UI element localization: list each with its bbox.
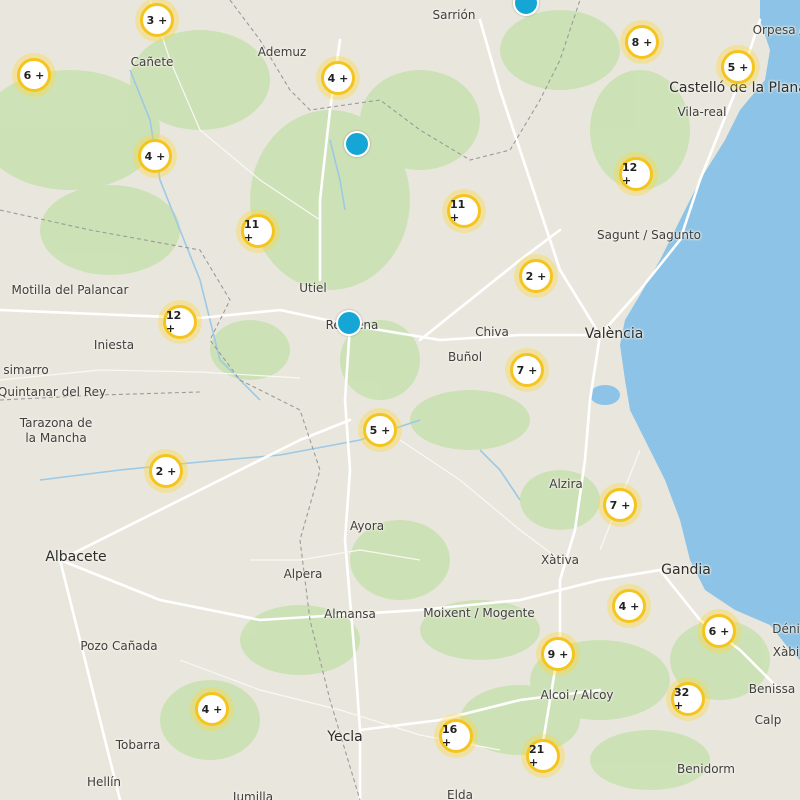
cluster-marker[interactable]: 5 + [716, 45, 760, 89]
cluster-marker[interactable]: 4 + [190, 687, 234, 731]
cluster-count: 5 + [721, 50, 755, 84]
place-label-elda: Elda [447, 788, 473, 800]
cluster-count: 3 + [140, 3, 174, 37]
cluster-count: 7 + [603, 488, 637, 522]
location-pin[interactable] [336, 310, 362, 336]
cluster-count: 6 + [702, 614, 736, 648]
place-label-vila-real: Vila-real [677, 105, 727, 119]
location-pin[interactable] [344, 131, 370, 157]
cluster-count: 4 + [195, 692, 229, 726]
place-label-utiel: Utiel [299, 281, 327, 295]
place-label-iniesta: Iniesta [93, 338, 135, 352]
place-label-valencia: València [584, 326, 644, 342]
cluster-marker[interactable]: 7 + [505, 348, 549, 392]
cluster-marker[interactable]: 11 + [442, 189, 486, 233]
cluster-marker[interactable]: 7 + [598, 483, 642, 527]
place-label-jumilla: Jumilla [232, 790, 274, 800]
place-label-quintanar: Quintanar del Rey [0, 385, 107, 399]
place-label-tobarra: Tobarra [115, 738, 161, 752]
cluster-marker[interactable]: 5 + [358, 408, 402, 452]
place-label-xativa: Xàtiva [540, 553, 580, 567]
cluster-count: 9 + [541, 637, 575, 671]
place-label-bunol: Buñol [447, 350, 483, 364]
cluster-marker[interactable]: 9 + [536, 632, 580, 676]
place-label-benissa: Benissa [748, 682, 796, 696]
cluster-marker[interactable]: 6 + [697, 609, 741, 653]
cluster-marker[interactable]: 12 + [158, 300, 202, 344]
cluster-count: 4 + [138, 139, 172, 173]
place-label-canete: Cañete [130, 55, 174, 69]
place-label-gandia: Gandia [661, 562, 711, 578]
place-label-sagunt: Sagunt / Sagunto [596, 228, 702, 242]
cluster-count: 11 + [241, 214, 275, 248]
cluster-count: 7 + [510, 353, 544, 387]
place-label-la-mancha: la Mancha [25, 431, 87, 445]
place-label-alzira: Alzira [549, 477, 583, 491]
place-label-pozo-canada: Pozo Cañada [80, 639, 158, 653]
cluster-count: 32 + [671, 682, 705, 716]
place-label-motilla: Motilla del Palancar [11, 283, 129, 297]
place-label-tarazona: Tarazona de [19, 416, 93, 430]
cluster-marker[interactable]: 11 + [236, 209, 280, 253]
cluster-marker[interactable]: 8 + [620, 20, 664, 64]
cluster-count: 5 + [363, 413, 397, 447]
cluster-marker[interactable]: 21 + [521, 734, 565, 778]
place-label-alcoi: Alcoi / Alcoy [540, 688, 614, 702]
place-label-alpera: Alpera [283, 567, 323, 581]
cluster-marker[interactable]: 2 + [144, 449, 188, 493]
cluster-count: 8 + [625, 25, 659, 59]
place-label-almansa: Almansa [324, 607, 376, 621]
cluster-count: 4 + [321, 61, 355, 95]
place-label-yecla: Yecla [327, 729, 363, 745]
place-label-calp: Calp [754, 713, 782, 727]
cluster-marker[interactable]: 12 + [614, 152, 658, 196]
cluster-count: 16 + [439, 719, 473, 753]
map[interactable]: Sarrión Orpesa / Ademuz Cañete Castelló … [0, 0, 800, 800]
place-label-ademuz: Ademuz [257, 45, 307, 59]
cluster-marker[interactable]: 32 + [666, 677, 710, 721]
place-label-deni: Déni [772, 622, 800, 636]
place-label-xabi: Xàbi [772, 645, 800, 659]
cluster-marker[interactable]: 16 + [434, 714, 478, 758]
cluster-count: 12 + [619, 157, 653, 191]
cluster-count: 4 + [612, 589, 646, 623]
place-label-hellin: Hellín [86, 775, 122, 789]
place-label-chiva: Chiva [475, 325, 509, 339]
cluster-marker[interactable]: 4 + [133, 134, 177, 178]
cluster-marker[interactable]: 2 + [514, 254, 558, 298]
cluster-marker[interactable]: 4 + [607, 584, 651, 628]
place-label-benidorm: Benidorm [677, 762, 735, 776]
place-label-ayora: Ayora [349, 519, 385, 533]
cluster-count: 11 + [447, 194, 481, 228]
cluster-count: 2 + [149, 454, 183, 488]
place-label-sarrion: Sarrión [432, 8, 476, 22]
place-label-moixent: Moixent / Mogente [423, 606, 535, 620]
place-label-orpesa: Orpesa / [752, 23, 800, 37]
cluster-count: 2 + [519, 259, 553, 293]
cluster-count: 12 + [163, 305, 197, 339]
cluster-marker[interactable]: 3 + [135, 0, 179, 42]
cluster-marker[interactable]: 6 + [12, 53, 56, 97]
place-label-albacete: Albacete [45, 549, 107, 565]
cluster-count: 21 + [526, 739, 560, 773]
cluster-marker[interactable]: 4 + [316, 56, 360, 100]
place-label-simarro: simarro [3, 363, 49, 377]
cluster-count: 6 + [17, 58, 51, 92]
